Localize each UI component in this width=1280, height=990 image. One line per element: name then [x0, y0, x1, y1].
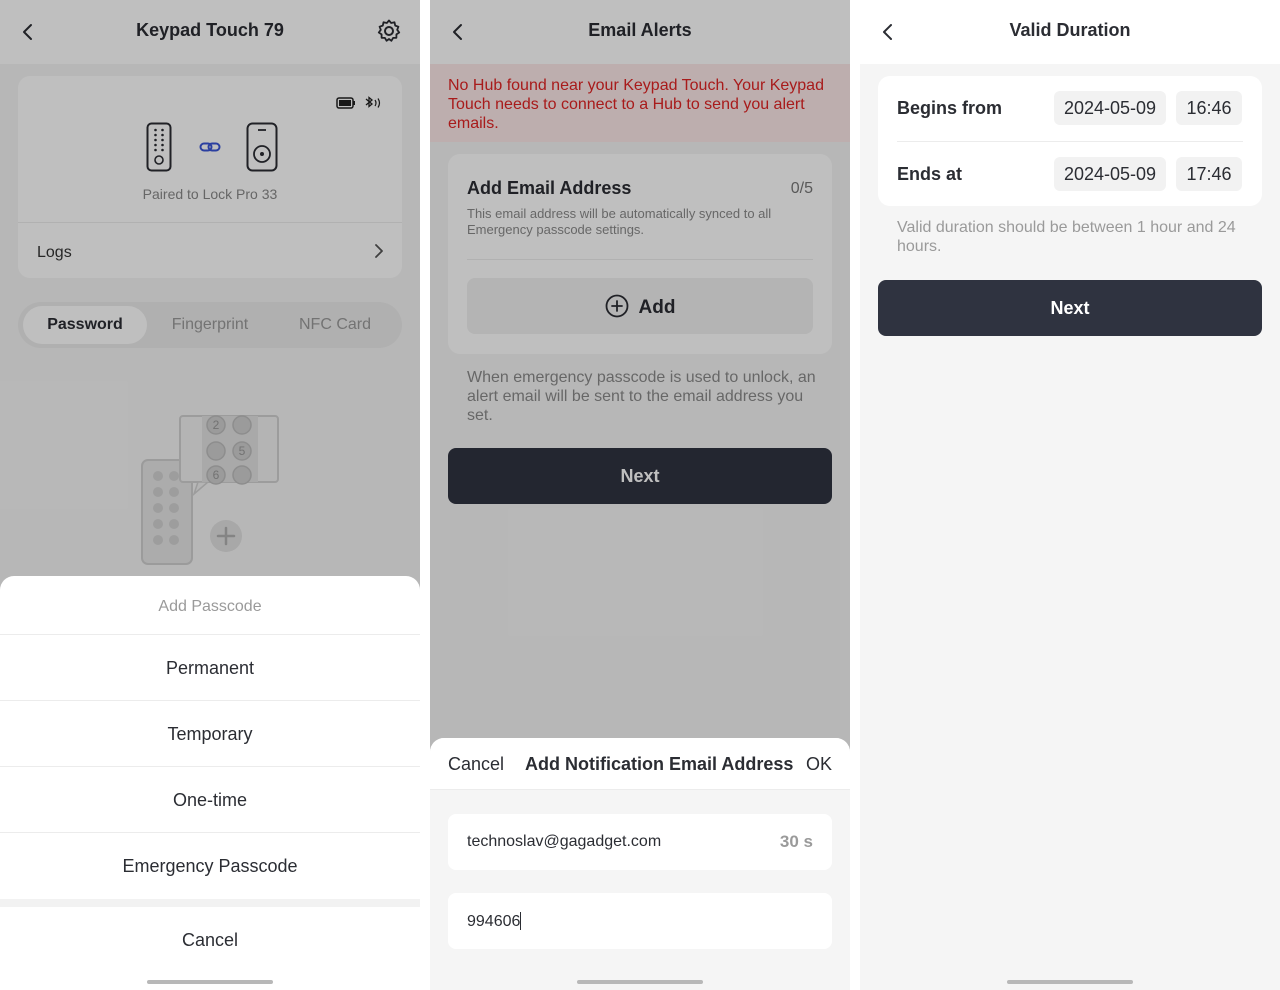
add-label: Add: [638, 297, 676, 318]
sheet-title: Add Passcode: [158, 598, 262, 615]
email-field[interactable]: technoslav@gagadget.com 30 s: [448, 814, 832, 870]
code-value: 994606: [467, 913, 521, 930]
battery-icon: [336, 96, 381, 109]
home-indicator: [147, 980, 273, 984]
option-permanent[interactable]: Permanent: [0, 635, 420, 701]
device-card: Paired to Lock Pro 33 Logs: [18, 76, 402, 278]
next-button[interactable]: Next: [878, 280, 1262, 336]
home-indicator: [577, 980, 703, 984]
svg-text:5: 5: [239, 444, 246, 458]
divider: [0, 899, 420, 907]
chevron-right-icon: [375, 244, 383, 258]
gear-icon[interactable]: [376, 18, 402, 44]
option-one-time[interactable]: One-time: [0, 767, 420, 833]
email-count: 0/5: [790, 180, 813, 197]
ends-time-picker[interactable]: 17:46: [1176, 157, 1242, 191]
email-alerts-screen: Email Alerts No Hub found near your Keyp…: [430, 0, 850, 990]
add-passcode-sheet: Add Passcode Permanent Temporary One-tim…: [0, 576, 420, 990]
ends-date-picker[interactable]: 2024-05-09: [1054, 157, 1166, 191]
top-bar: Valid Duration: [860, 0, 1280, 64]
keypad-illustration: 2 5 6: [141, 415, 279, 565]
text-caret: [520, 912, 522, 930]
option-emergency-passcode[interactable]: Emergency Passcode: [0, 833, 420, 899]
ok-button[interactable]: OK: [806, 754, 832, 775]
verification-code-field[interactable]: 994606: [448, 893, 832, 949]
add-notification-email-sheet: Cancel Add Notification Email Address OK…: [430, 738, 850, 990]
duration-card: Begins from 2024-05-09 16:46 Ends at 202…: [878, 76, 1262, 206]
top-bar: Keypad Touch 79: [0, 0, 420, 64]
duration-hint: Valid duration should be between 1 hour …: [897, 219, 1236, 255]
valid-duration-screen: Valid Duration Begins from 2024-05-09 16…: [860, 0, 1280, 990]
page-title: Email Alerts: [588, 20, 692, 40]
sheet-title: Add Notification Email Address: [525, 754, 794, 774]
option-temporary[interactable]: Temporary: [0, 701, 420, 767]
add-email-button[interactable]: Add: [467, 278, 813, 334]
paired-label: Paired to Lock Pro 33: [142, 186, 278, 202]
keypad-device-icon: [146, 122, 172, 172]
ends-label: Ends at: [897, 164, 963, 184]
link-icon: [199, 142, 221, 152]
warning-banner: No Hub found near your Keypad Touch. You…: [430, 64, 850, 142]
logs-label: Logs: [37, 244, 72, 261]
divider: [467, 259, 813, 260]
logs-row[interactable]: Logs: [18, 223, 402, 278]
resend-timer: 30 s: [779, 832, 813, 851]
divider: [897, 141, 1243, 142]
begins-time-picker[interactable]: 16:46: [1176, 91, 1242, 125]
top-bar: Email Alerts: [430, 0, 850, 64]
cancel-button[interactable]: Cancel: [448, 754, 504, 775]
sheet-header: Cancel Add Notification Email Address OK: [430, 738, 850, 790]
email-value: technoslav@gagadget.com: [467, 833, 662, 850]
cancel-button[interactable]: Cancel: [0, 907, 420, 973]
tab-fingerprint[interactable]: Fingerprint: [148, 306, 272, 344]
begins-date-picker[interactable]: 2024-05-09: [1054, 91, 1166, 125]
next-button[interactable]: Next: [448, 448, 832, 504]
email-card: Add Email Address 0/5 This email address…: [448, 154, 832, 354]
credential-tabs: Password Fingerprint NFC Card: [18, 302, 402, 348]
plus-circle-icon: [605, 294, 628, 318]
keypad-screen: Keypad Touch 79 Paired to Lock Pro 33 Lo…: [0, 0, 420, 990]
begins-label: Begins from: [897, 98, 1003, 118]
page-title: Keypad Touch 79: [136, 20, 284, 40]
tab-nfc-card[interactable]: NFC Card: [273, 306, 397, 344]
lock-device-icon: [246, 122, 278, 172]
email-card-title: Add Email Address: [467, 178, 632, 198]
tab-password[interactable]: Password: [23, 306, 147, 344]
hint-text: When emergency passcode is used to unloc…: [467, 369, 816, 424]
page-title: Valid Duration: [1009, 20, 1131, 40]
svg-text:6: 6: [213, 468, 220, 482]
email-card-description: This email address will be automatically…: [467, 206, 772, 237]
svg-text:2: 2: [213, 418, 220, 432]
home-indicator: [1007, 980, 1133, 984]
